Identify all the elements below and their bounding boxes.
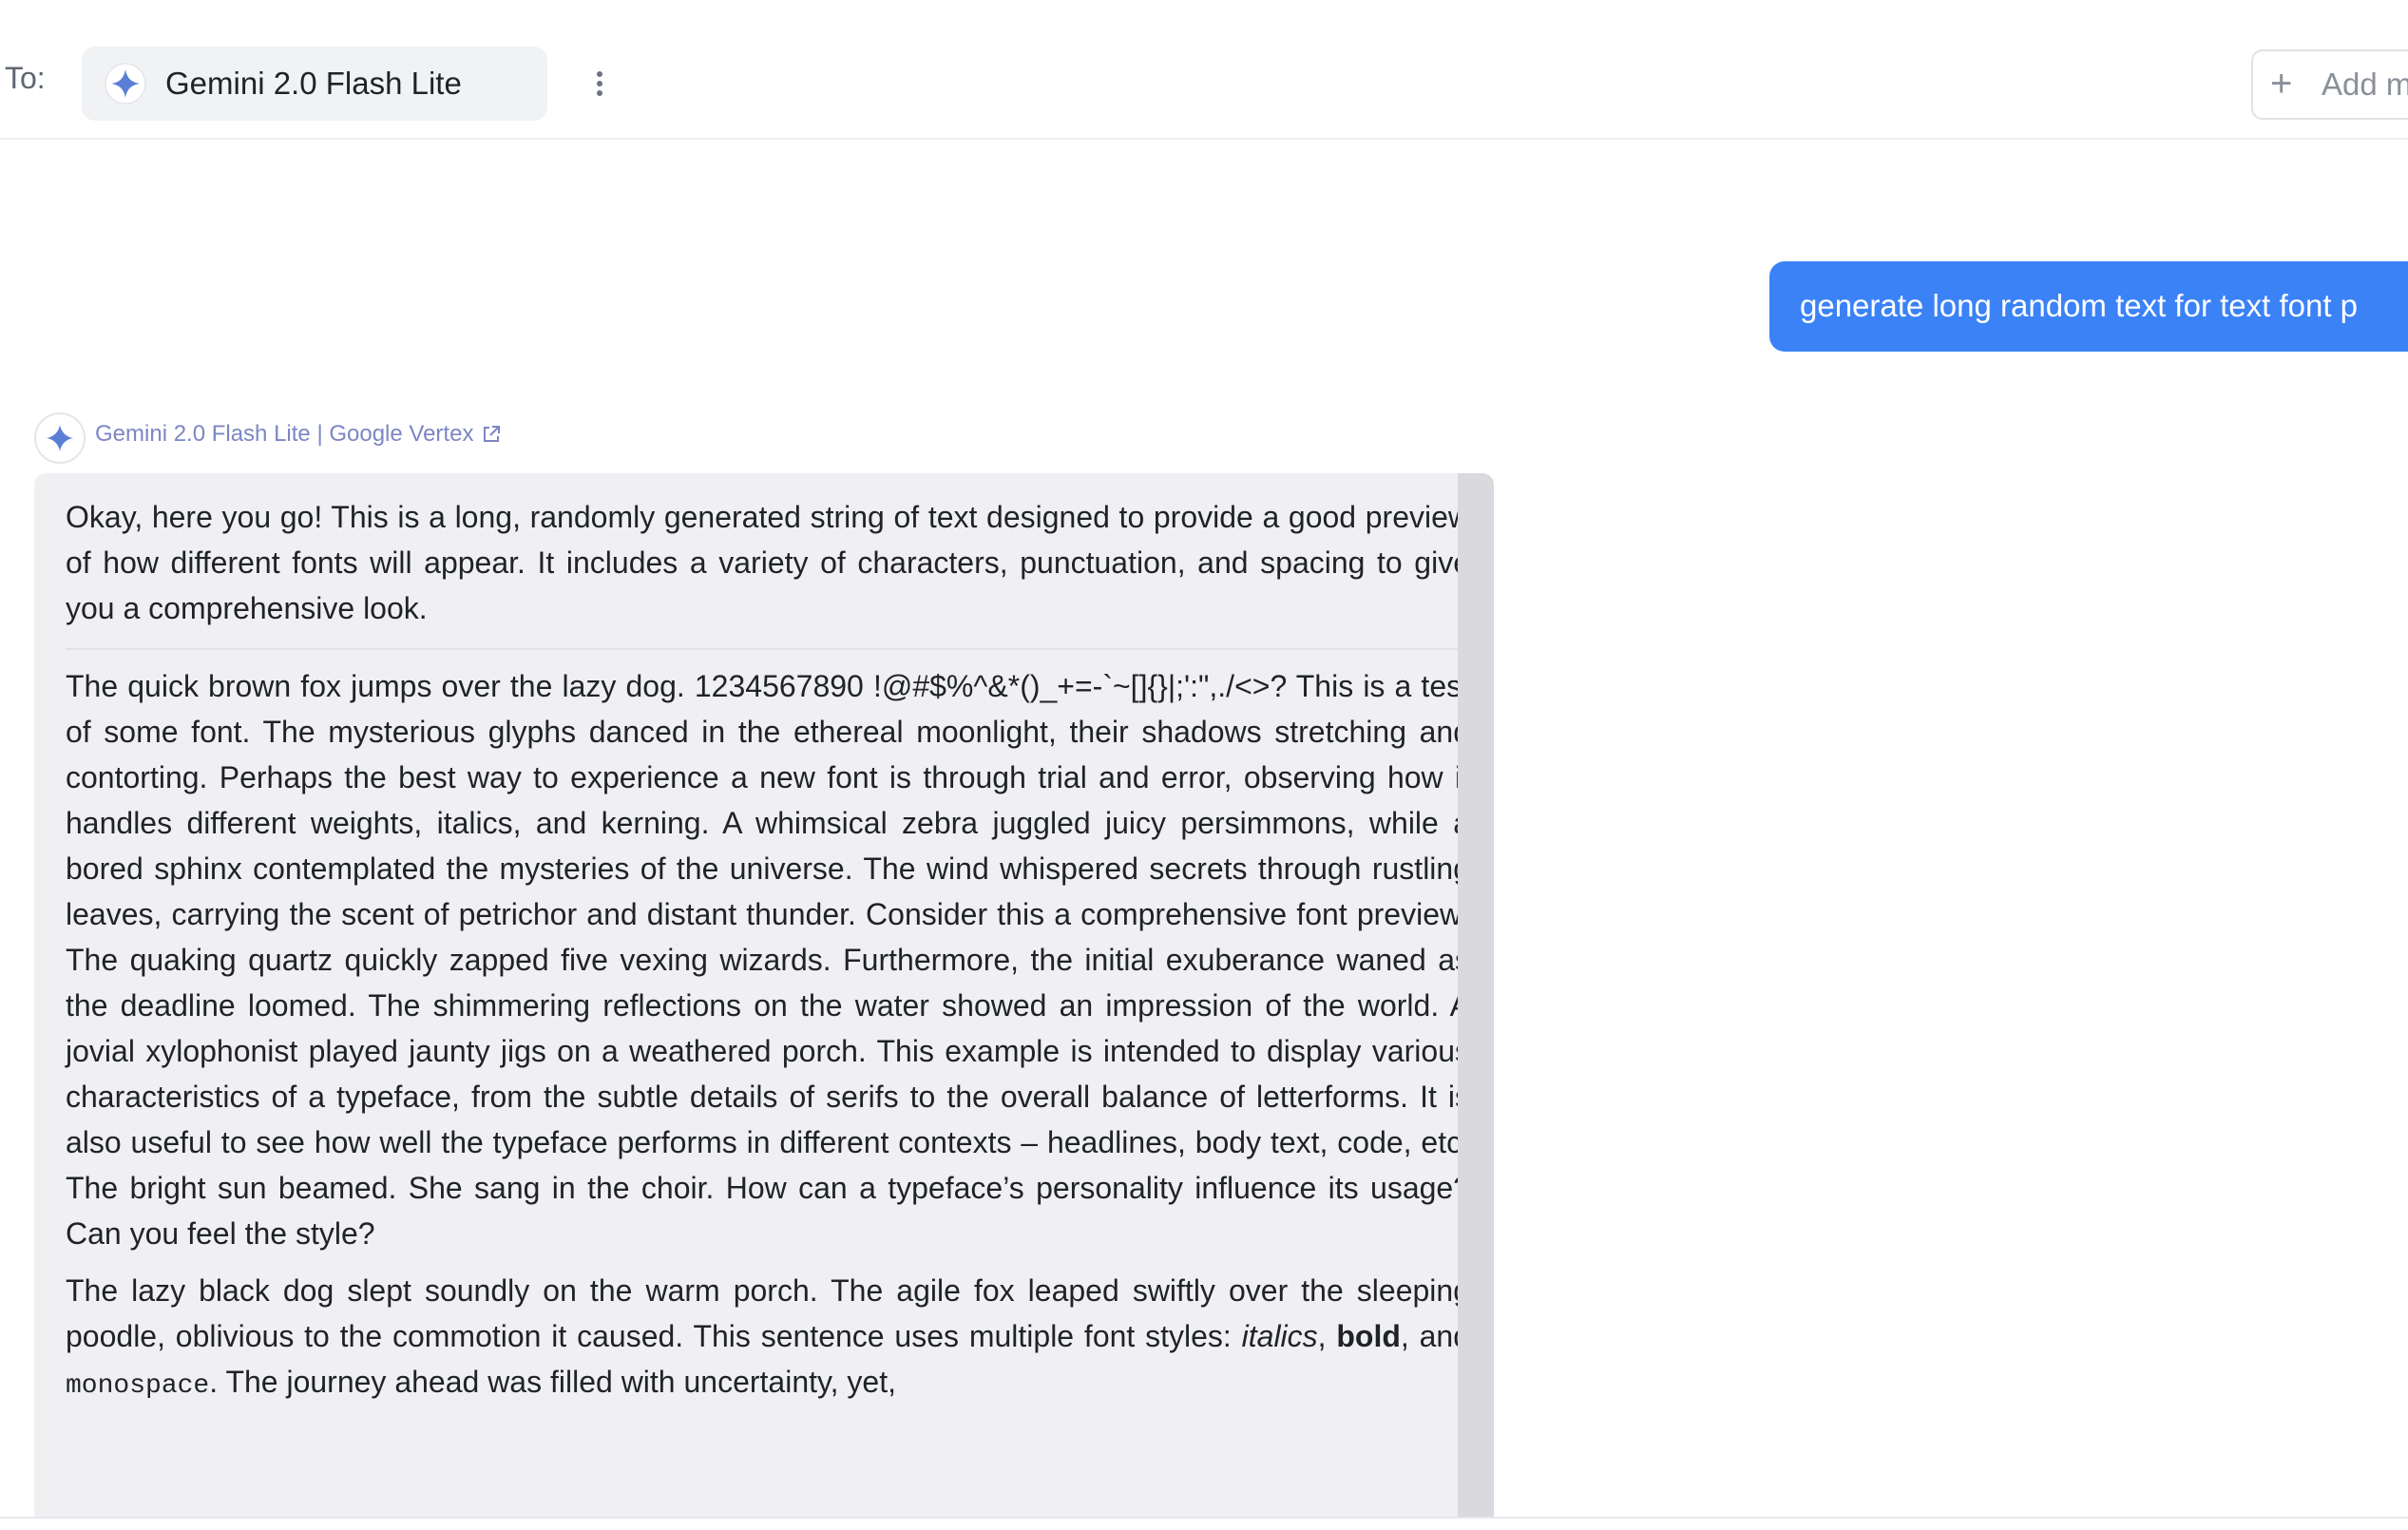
add-model-button[interactable]: + Add m: [2251, 49, 2408, 120]
divider: [66, 648, 1470, 650]
model-name: Gemini 2.0 Flash Lite: [165, 66, 462, 101]
italic-sample: italics: [1241, 1319, 1318, 1353]
response-paragraph-styles: The lazy black dog slept soundly on the …: [66, 1268, 1470, 1409]
assistant-response: Okay, here you go! This is a long, rando…: [34, 473, 1494, 1519]
assistant-meta-text: Gemini 2.0 Flash Lite | Google Vertex: [95, 421, 474, 447]
to-label: To:: [5, 61, 46, 95]
gemini-sparkle-icon: [47, 425, 73, 451]
gemini-sparkle-icon: [105, 63, 146, 105]
response-content: Okay, here you go! This is a long, rando…: [66, 494, 1470, 1421]
response-scrollbar[interactable]: [1458, 473, 1494, 1519]
separator: ,: [1317, 1319, 1337, 1353]
vertical-dots-icon[interactable]: [581, 63, 619, 105]
user-message-text: generate long random text for text font …: [1800, 288, 2359, 323]
chat-header: To: Gemini 2.0 Flash Lite + Add m: [0, 0, 2408, 140]
external-link-icon[interactable]: [481, 424, 502, 445]
styled-text: . The journey ahead was filled with unce…: [209, 1365, 896, 1399]
user-message-bubble: generate long random text for text font …: [1769, 261, 2408, 352]
assistant-avatar: [34, 412, 86, 464]
response-paragraph: Okay, here you go! This is a long, rando…: [66, 500, 1470, 625]
response-paragraph: The quick brown fox jumps over the lazy …: [66, 669, 1470, 1251]
monospace-sample: monospace: [66, 1371, 210, 1401]
divider: [0, 1517, 2408, 1519]
plus-icon: +: [2270, 63, 2293, 105]
assistant-meta[interactable]: Gemini 2.0 Flash Lite | Google Vertex: [95, 421, 502, 448]
add-model-label: Add m: [2322, 67, 2408, 102]
bold-sample: bold: [1336, 1319, 1401, 1353]
model-chip[interactable]: Gemini 2.0 Flash Lite: [82, 47, 602, 121]
